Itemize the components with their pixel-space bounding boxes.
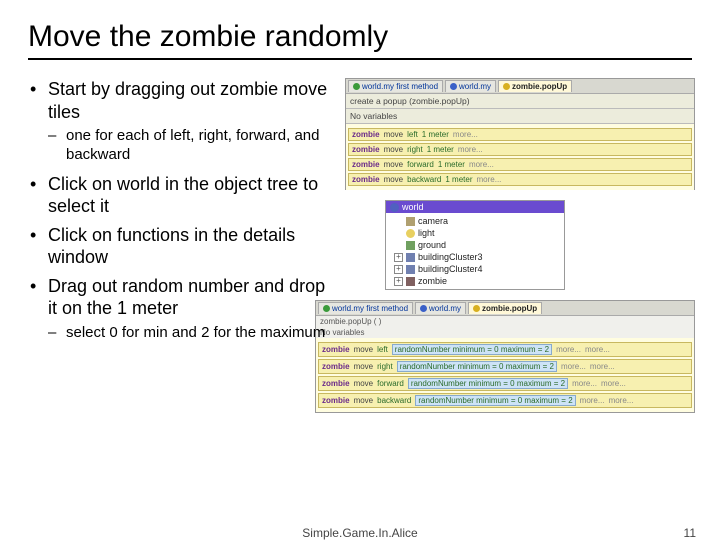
move-tile[interactable]: zombiemoveright1 metermore... xyxy=(348,143,692,156)
no-variables-row: No variables xyxy=(346,109,694,124)
bullet-3: Click on functions in the details window xyxy=(28,224,333,269)
bullet-4-text: Drag out random number and drop it on th… xyxy=(48,276,325,319)
world-icon xyxy=(390,203,399,212)
globe-icon xyxy=(503,83,510,90)
move-random-tile[interactable]: zombiemoveleftrandomNumber minimum = 0 m… xyxy=(318,342,692,357)
page-number: 11 xyxy=(684,526,696,540)
tab-zombie-popup-2[interactable]: zombie.popUp xyxy=(468,302,542,314)
move-tile[interactable]: zombiemoveforward1 metermore... xyxy=(348,158,692,171)
method-editor-panel: world.my first method world.my zombie.po… xyxy=(345,78,695,190)
tab-zombie-popup[interactable]: zombie.popUp xyxy=(498,80,572,92)
building-icon xyxy=(406,265,415,274)
tree-root-world[interactable]: world xyxy=(386,201,564,213)
bullet-1-text: Start by dragging out zombie move tiles xyxy=(48,79,327,122)
bullet-4: Drag out random number and drop it on th… xyxy=(28,275,333,343)
tree-item-building3[interactable]: +buildingCluster3 xyxy=(394,251,562,263)
tile-list: zombiemoveleft1 metermore... zombiemover… xyxy=(346,124,694,190)
slide-title: Move the zombie randomly xyxy=(28,20,692,60)
editor-tabs: world.my first method world.my zombie.po… xyxy=(346,79,694,94)
footer-source: Simple.Game.In.Alice xyxy=(302,526,417,540)
tree-item-zombie[interactable]: +zombie xyxy=(394,275,562,287)
camera-icon xyxy=(406,217,415,226)
building-icon xyxy=(406,253,415,262)
no-variables-2: No variables xyxy=(316,327,694,338)
move-random-tile[interactable]: zombiemovebackwardrandomNumber minimum =… xyxy=(318,393,692,408)
object-tree-panel: world camera light ground +buildingClust… xyxy=(385,200,565,290)
bullet-1a: one for each of left, right, forward, an… xyxy=(48,127,333,165)
move-random-tile[interactable]: zombiemoverightrandomNumber minimum = 0 … xyxy=(318,359,692,374)
ground-icon xyxy=(406,241,415,250)
tree-item-ground[interactable]: ground xyxy=(394,239,562,251)
move-random-tile[interactable]: zombiemoveforwardrandomNumber minimum = … xyxy=(318,376,692,391)
expand-icon[interactable]: + xyxy=(394,253,403,262)
globe-icon xyxy=(450,83,457,90)
tab-world-my[interactable]: world.my xyxy=(445,80,496,92)
zombie-icon xyxy=(406,277,415,286)
globe-icon xyxy=(420,305,427,312)
expand-icon[interactable]: + xyxy=(394,265,403,274)
move-tile[interactable]: zombiemoveleft1 metermore... xyxy=(348,128,692,141)
expand-icon[interactable]: + xyxy=(394,277,403,286)
bullet-1: Start by dragging out zombie move tiles … xyxy=(28,78,333,165)
light-icon xyxy=(406,229,415,238)
method-name-row: create a popup (zombie.popUp) xyxy=(346,94,694,109)
tree-item-building4[interactable]: +buildingCluster4 xyxy=(394,263,562,275)
method-editor-random-panel: world.my first method world.my zombie.po… xyxy=(315,300,695,413)
tree-item-light[interactable]: light xyxy=(394,227,562,239)
tree-item-camera[interactable]: camera xyxy=(394,215,562,227)
editor-tabs-2: world.my first method world.my zombie.po… xyxy=(316,301,694,316)
bullet-2: Click on world in the object tree to sel… xyxy=(28,173,333,218)
globe-icon xyxy=(353,83,360,90)
globe-icon xyxy=(473,305,480,312)
tab-world-method[interactable]: world.my first method xyxy=(348,80,443,92)
move-tile[interactable]: zombiemovebackward1 metermore... xyxy=(348,173,692,186)
bullet-4a: select 0 for min and 2 for the maximum xyxy=(48,324,333,343)
zombie-popup-label: zombie.popUp ( ) xyxy=(316,316,694,327)
bullet-column: Start by dragging out zombie move tiles … xyxy=(28,78,333,413)
tab-world-my-2[interactable]: world.my xyxy=(415,302,466,314)
